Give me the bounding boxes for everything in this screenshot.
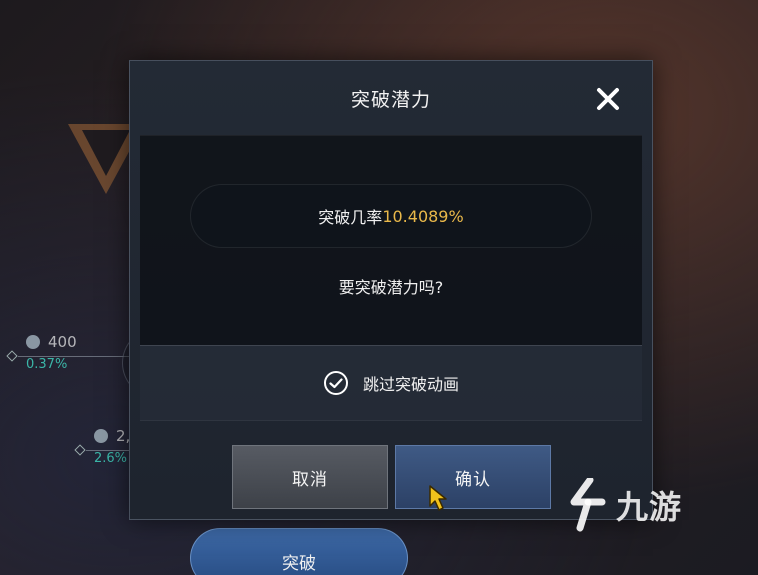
coin-icon [94,429,108,443]
dialog-title: 突破潜力 [350,89,431,111]
skip-animation-label: 跳过突破动画 [362,375,459,394]
confirm-button[interactable]: 确认 [395,445,551,509]
close-button[interactable] [592,83,624,115]
close-icon [597,88,619,110]
watermark-logo-icon [570,478,606,532]
background-stat-1: 400 0.37% [26,333,77,372]
success-rate-value: 10.4089% [382,206,464,226]
breakthrough-dialog: 突破潜力 突破几率 10.4089% 要突破潜力吗? 跳过突破动画 取消 确认 [129,60,653,520]
confirm-question: 要突破潜力吗? [338,278,444,297]
cancel-button[interactable]: 取消 [232,445,388,509]
diamond-marker-icon [6,350,18,362]
success-rate-label: 突破几率 [318,208,383,227]
watermark-text: 九游 [616,488,683,526]
skip-animation-checkbox[interactable]: 跳过突破动画 [140,345,642,421]
content-panel: 突破几率 10.4089% 要突破潜力吗? [140,135,642,345]
diamond-marker-icon [74,444,86,456]
success-rate-display: 突破几率 10.4089% [190,184,592,248]
watermark: 九游 [566,478,682,532]
breakthrough-button[interactable]: 突破 [190,528,408,575]
mouse-cursor-icon [429,485,447,511]
coin-icon [26,335,40,349]
checkmark-circle-icon [323,370,349,396]
